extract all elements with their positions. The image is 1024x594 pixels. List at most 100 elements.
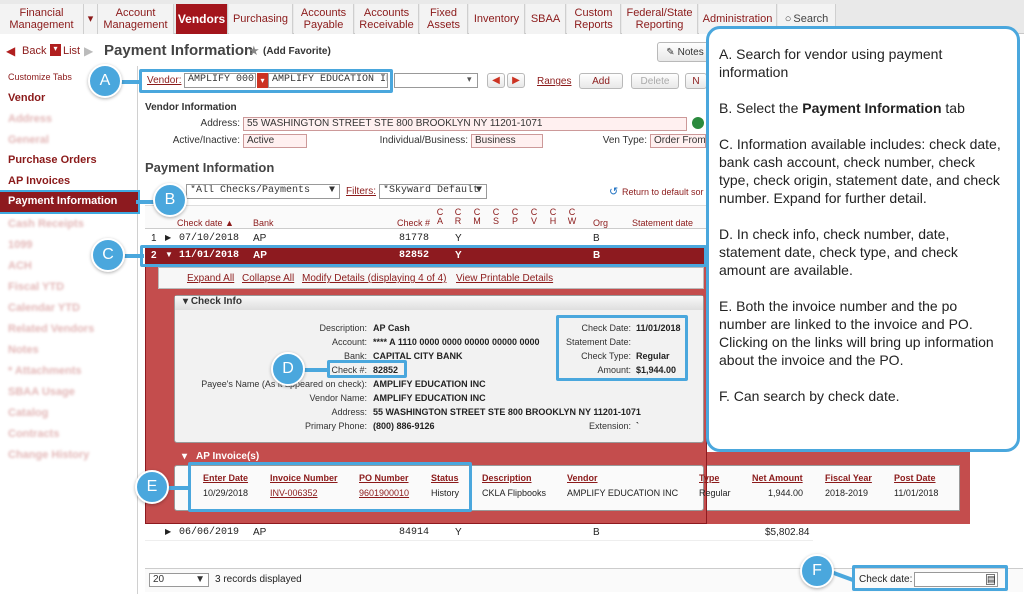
add-button[interactable]: Add [579,73,623,89]
prev-record-button[interactable]: ◀ [487,73,505,88]
sidebar-item-calendar-ytd[interactable]: Calendar YTD [8,302,80,314]
sidebar-item-address[interactable]: Address [8,113,52,125]
col-flag[interactable]: CR [450,208,466,226]
sidebar: Customize Tabs Vendor Address General Pu… [0,66,140,594]
tab-sbaa[interactable]: SBAA [526,4,566,34]
col-org[interactable]: Org [593,218,608,228]
col-bank[interactable]: Bank [253,218,274,228]
sidebar-item-fiscal-ytd[interactable]: Fiscal YTD [8,281,64,293]
page-size-select[interactable]: 20 ▼ [149,573,209,587]
filter-select[interactable]: *Skyward Default ▼ [379,184,487,199]
sort-asc-icon: ▲ [225,218,234,228]
tab-financial-management[interactable]: Financial Management [0,4,84,34]
sidebar-item-notes[interactable]: Notes [8,344,39,356]
sidebar-item-contracts[interactable]: Contracts [8,428,59,440]
col-flag[interactable]: CS [488,208,504,226]
sidebar-item-cash-receipts[interactable]: Cash Receipts [8,218,84,230]
col-check-number[interactable]: Check # [397,218,430,228]
forward-arrow-icon[interactable]: ▶ [84,44,93,58]
col-flag[interactable]: CW [564,208,580,226]
connector-c [122,254,144,258]
next-button[interactable]: N [685,73,707,89]
sidebar-item-related-vendors[interactable]: Related Vendors [8,323,94,335]
col-flag[interactable]: CV [526,208,542,226]
col-flag[interactable]: CP [507,208,523,226]
highlight-selected-row [140,245,707,267]
explanation-c: C. Information available includes: check… [719,136,1001,206]
tab-inventory[interactable]: Inventory [469,4,525,34]
tab-accounts-receivable[interactable]: Accounts Receivable [355,4,419,34]
collapse-all-link[interactable]: Collapse All [242,273,294,284]
col-fiscal-year[interactable]: Fiscal Year [825,473,872,483]
description-label: Description: [319,323,367,333]
ranges-link[interactable]: Ranges [537,76,571,87]
col-description[interactable]: Description [482,473,532,483]
extension-value: ` [636,421,639,431]
add-favorite-link[interactable]: (Add Favorite) [263,46,331,57]
ap-invoices-heading: AP Invoice(s) [196,451,260,462]
col-flag[interactable]: CH [545,208,561,226]
expand-row-icon[interactable]: ▶ [165,233,171,242]
extension-label: Extension: [588,421,631,431]
map-icon[interactable] [692,117,704,129]
search-label: Search [793,13,829,25]
back-dropdown-icon[interactable]: ▾ [50,44,61,56]
sidebar-item-ach[interactable]: ACH [8,260,32,272]
filters-link[interactable]: Filters: [346,186,376,197]
sidebar-item-attachments[interactable]: * Attachments [8,365,82,377]
next-record-button[interactable]: ▶ [507,73,525,88]
tab-federal-state-reporting[interactable]: Federal/State Reporting [622,4,698,34]
row-check-number: 84914 [398,527,429,538]
col-flag[interactable]: CM [469,208,485,226]
view-printable-link[interactable]: View Printable Details [456,273,553,284]
highlight-vendor-search [139,69,393,93]
sidebar-item-ap-invoices[interactable]: AP Invoices [8,175,70,187]
view-select[interactable]: *All Checks/Payments ▼ [186,184,340,199]
sidebar-item-payment-information[interactable]: Payment Information [0,190,140,214]
col-post-date[interactable]: Post Date [894,473,936,483]
sidebar-item-vendor[interactable]: Vendor [8,92,45,104]
sidebar-item-change-history[interactable]: Change History [8,449,89,461]
return-default-sort-link[interactable]: Return to default sor [622,187,704,197]
list-button[interactable]: List [63,45,80,57]
favorite-star-icon[interactable]: ★ [248,43,260,59]
sidebar-item-purchase-orders[interactable]: Purchase Orders [8,154,97,166]
customize-tabs-link[interactable]: Customize Tabs [8,72,72,82]
explanation-b-pre: B. Select the [719,100,799,116]
expand-row-icon[interactable]: ▶ [165,527,171,536]
col-type[interactable]: Type [699,473,719,483]
callout-a: A [88,64,122,98]
back-arrow-icon[interactable]: ◀ [6,44,15,58]
explanation-d: D. In check info, check number, date, st… [719,226,958,278]
sidebar-item-catalog[interactable]: Catalog [8,407,48,419]
col-check-date[interactable]: Check date ▲ [177,218,234,228]
vendor-search-field[interactable] [394,73,478,88]
tab-accounts-payable[interactable]: Accounts Payable [294,4,354,34]
notes-button[interactable]: ✎ Notes [657,42,713,62]
sidebar-item-1099[interactable]: 1099 [8,239,32,251]
modify-details-link[interactable]: Modify Details (displaying 4 of 4) [302,273,447,284]
col-flag[interactable]: CA [432,208,448,226]
search-dropdown-icon[interactable]: ▾ [467,74,472,85]
tab-vendors[interactable]: Vendors [176,4,228,34]
tab-account-management[interactable]: Account Management [98,4,174,34]
callout-d: D [271,352,305,386]
col-vendor[interactable]: Vendor [567,473,598,483]
back-button[interactable]: Back [22,45,46,57]
delete-button[interactable]: Delete [631,73,679,89]
vendor-name-label: Vendor Name: [309,393,367,403]
col-net-amount[interactable]: Net Amount [752,473,803,483]
col-statement-date[interactable]: Statement date [632,218,693,228]
check-info-header[interactable]: ▾ Check Info [175,296,703,310]
tab-fixed-assets[interactable]: Fixed Assets [420,4,468,34]
individual-business-field: Business [471,134,543,148]
expand-all-link[interactable]: Expand All [187,273,234,284]
tab-purchasing[interactable]: Purchasing [229,4,293,34]
row-cr-flag: Y [455,527,462,538]
table-row[interactable]: ▶ 06/06/2019 AP 84914 Y B $5,802.84 [145,525,813,541]
sidebar-item-sbaa-usage[interactable]: SBAA Usage [8,386,75,398]
tab-dropdown-icon[interactable]: ▾ [84,4,98,34]
tab-custom-reports[interactable]: Custom Reports [567,4,621,34]
explanation-box: A. Search for vendor using payment infor… [706,26,1020,452]
sidebar-item-general[interactable]: General [8,134,49,146]
